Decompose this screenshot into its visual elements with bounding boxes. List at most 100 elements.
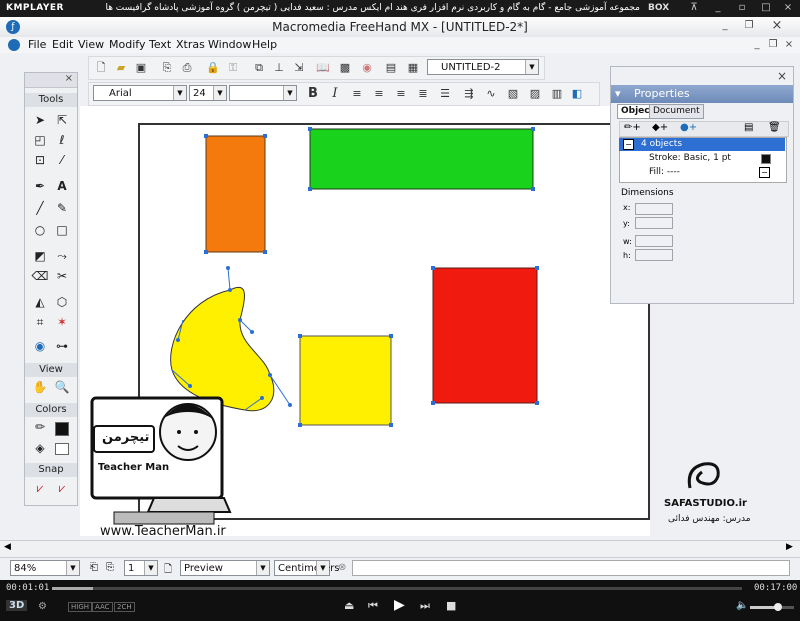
pen-icon[interactable]: ✒ — [31, 177, 49, 195]
extrude-icon[interactable]: ⬡ — [53, 293, 71, 311]
scroll-left-icon[interactable]: ◀ — [4, 542, 11, 552]
knife-icon[interactable]: ✂ — [53, 267, 71, 285]
snap-to-point-icon[interactable]: ⩗ — [31, 479, 49, 497]
volume-handle[interactable] — [774, 603, 782, 611]
fill-color-icon[interactable]: ◈ — [31, 439, 49, 457]
play-icon[interactable]: ▶ — [394, 597, 405, 613]
previous-icon[interactable]: ⏮ — [368, 599, 378, 613]
badge-high: HIGH — [68, 602, 93, 612]
page-select[interactable]: 1 ▼ — [124, 560, 158, 576]
pointer-icon[interactable]: ➤ — [31, 111, 49, 129]
teacher-logo-fa: تیچرمن — [102, 430, 150, 445]
units-value: Centimeters — [278, 563, 340, 574]
fill-swatch[interactable] — [55, 443, 69, 455]
dim-x-label: x: — [623, 203, 631, 212]
perspective-icon[interactable]: ◭ — [31, 293, 49, 311]
seek-bar[interactable] — [52, 587, 742, 590]
crop-icon[interactable]: ⌗ — [31, 313, 49, 331]
properties-title: Properties — [634, 87, 690, 100]
eject-icon[interactable]: ⏏ — [344, 599, 354, 612]
close-icon[interactable]: × — [65, 73, 73, 84]
studio-logo-icon — [687, 462, 720, 489]
stroke-swatch[interactable] — [55, 422, 69, 436]
studio-name: SAFASTUDIO.ir — [664, 498, 747, 509]
graphic-hose-icon[interactable]: ✶ — [53, 313, 71, 331]
dimensions-label: Dimensions — [621, 188, 674, 198]
yellow-rectangle[interactable] — [299, 335, 392, 426]
freeform-icon[interactable]: ⤳ — [53, 247, 71, 265]
settings-icon[interactable]: ⚙ — [38, 601, 47, 612]
volume-icon[interactable]: 🔈 — [736, 600, 748, 611]
seek-progress — [52, 587, 94, 590]
minus-icon[interactable]: − — [623, 139, 634, 150]
time-current: 00:01:01 — [6, 583, 50, 593]
red-rectangle[interactable] — [432, 267, 538, 404]
minus-icon[interactable]: − — [759, 167, 770, 178]
statusbar: 84% ▼ ⎗ ⎘ 1 ▼ 🗋 Preview ▼ Centimeters ▼ … — [0, 557, 800, 580]
orange-rectangle[interactable] — [205, 135, 266, 253]
teacher-logo-en: Teacher Man — [98, 462, 170, 473]
stop-icon[interactable]: ■ — [446, 599, 456, 612]
tab-document[interactable]: Document — [649, 104, 704, 119]
stroke-color-icon[interactable]: ✏ — [31, 418, 49, 436]
tools-section-title: Tools — [25, 93, 77, 107]
green-rectangle[interactable] — [309, 128, 534, 190]
studio-watermark: SAFASTUDIO.ir مدرس: مهندس فدائی — [660, 458, 770, 528]
zoom-icon[interactable]: 🔍 — [53, 378, 71, 396]
player-controls: 00:01:01 00:17:00 3D ⚙ HIGH AAC 2CH ⏏ ⏮ … — [0, 580, 800, 621]
properties-header[interactable]: ▾ Properties — [611, 85, 793, 103]
eyedropper-icon[interactable]: ⁄ — [53, 151, 71, 169]
cancel-icon[interactable]: ⊗ — [338, 562, 346, 573]
dim-h-input[interactable] — [635, 249, 673, 261]
close-icon[interactable]: × — [777, 69, 787, 83]
connector-icon[interactable]: ⊶ — [53, 337, 71, 355]
volume-slider[interactable] — [750, 603, 794, 611]
chevron-down-icon: ▼ — [144, 561, 157, 575]
dim-y-input[interactable] — [635, 217, 673, 229]
page-icon[interactable]: 🗋 — [164, 562, 172, 579]
trash-icon[interactable]: 🗑 — [768, 122, 781, 133]
add-fill-icon[interactable]: ◆+ — [652, 122, 668, 133]
next-icon[interactable]: ⏭ — [420, 599, 430, 613]
ellipse-icon[interactable]: ○ — [31, 221, 49, 239]
teacher-watermark: تیچرمن Teacher Man www.TeacherMan.ir — [84, 390, 244, 540]
trace-icon[interactable]: ◩ — [31, 247, 49, 265]
horizontal-scrollbar[interactable]: ◀ ▶ — [0, 540, 800, 555]
lasso-icon[interactable]: ℓ — [53, 131, 71, 149]
page-tool-icon[interactable]: ◰ — [31, 131, 49, 149]
chevron-down-icon: ▼ — [256, 561, 269, 575]
tools-panel: × Tools ➤ ⇱ ◰ ℓ ⊡ ⁄ ✒ A ╱ ✎ ○ □ ◩ ⤳ ⌫ ✂ … — [24, 72, 78, 506]
list-item-objects[interactable]: 4 objects — [619, 138, 785, 151]
hand-icon[interactable]: ✋ — [31, 378, 49, 396]
scale-tool-icon[interactable]: ⊡ — [31, 151, 49, 169]
dim-y-label: y: — [623, 219, 630, 228]
snap-to-grid-icon[interactable]: ⩗ — [53, 479, 71, 497]
tools-panel-header[interactable]: × — [25, 73, 77, 88]
dim-w-label: w: — [623, 237, 632, 246]
mirror-icon[interactable]: ◉ — [31, 337, 49, 355]
pencil-icon[interactable]: ✎ — [53, 199, 71, 217]
dim-x-input[interactable] — [635, 203, 673, 215]
badge-3d[interactable]: 3D — [6, 600, 28, 611]
units-select[interactable]: Centimeters ▼ — [274, 560, 339, 576]
zoom-select[interactable]: 84% ▼ — [10, 560, 80, 576]
dim-h-label: h: — [623, 251, 631, 260]
duplicate-icon[interactable]: ▤ — [744, 122, 753, 133]
teacher-website: www.TeacherMan.ir — [100, 524, 226, 539]
scroll-right-icon[interactable]: ▶ — [786, 542, 793, 552]
prev-page-icon[interactable]: ⎗ — [90, 562, 98, 573]
eraser-icon[interactable]: ⌫ — [31, 267, 49, 285]
text-tool-icon[interactable]: A — [53, 177, 71, 195]
add-stroke-icon[interactable]: ✏+ — [624, 122, 641, 133]
studio-instructor: مدرس: مهندس فدائی — [668, 514, 751, 524]
add-effect-icon[interactable]: ●+ — [680, 122, 697, 133]
badge-aac: AAC — [92, 602, 113, 612]
rectangle-icon[interactable]: □ — [53, 221, 71, 239]
line-tool-icon[interactable]: ╱ — [31, 199, 49, 217]
subselect-icon[interactable]: ⇱ — [53, 111, 71, 129]
preview-select[interactable]: Preview ▼ — [180, 560, 270, 576]
dim-w-input[interactable] — [635, 235, 673, 247]
next-page-icon[interactable]: ⎘ — [106, 562, 114, 573]
stroke-swatch[interactable] — [761, 154, 771, 164]
status-field — [352, 560, 790, 576]
